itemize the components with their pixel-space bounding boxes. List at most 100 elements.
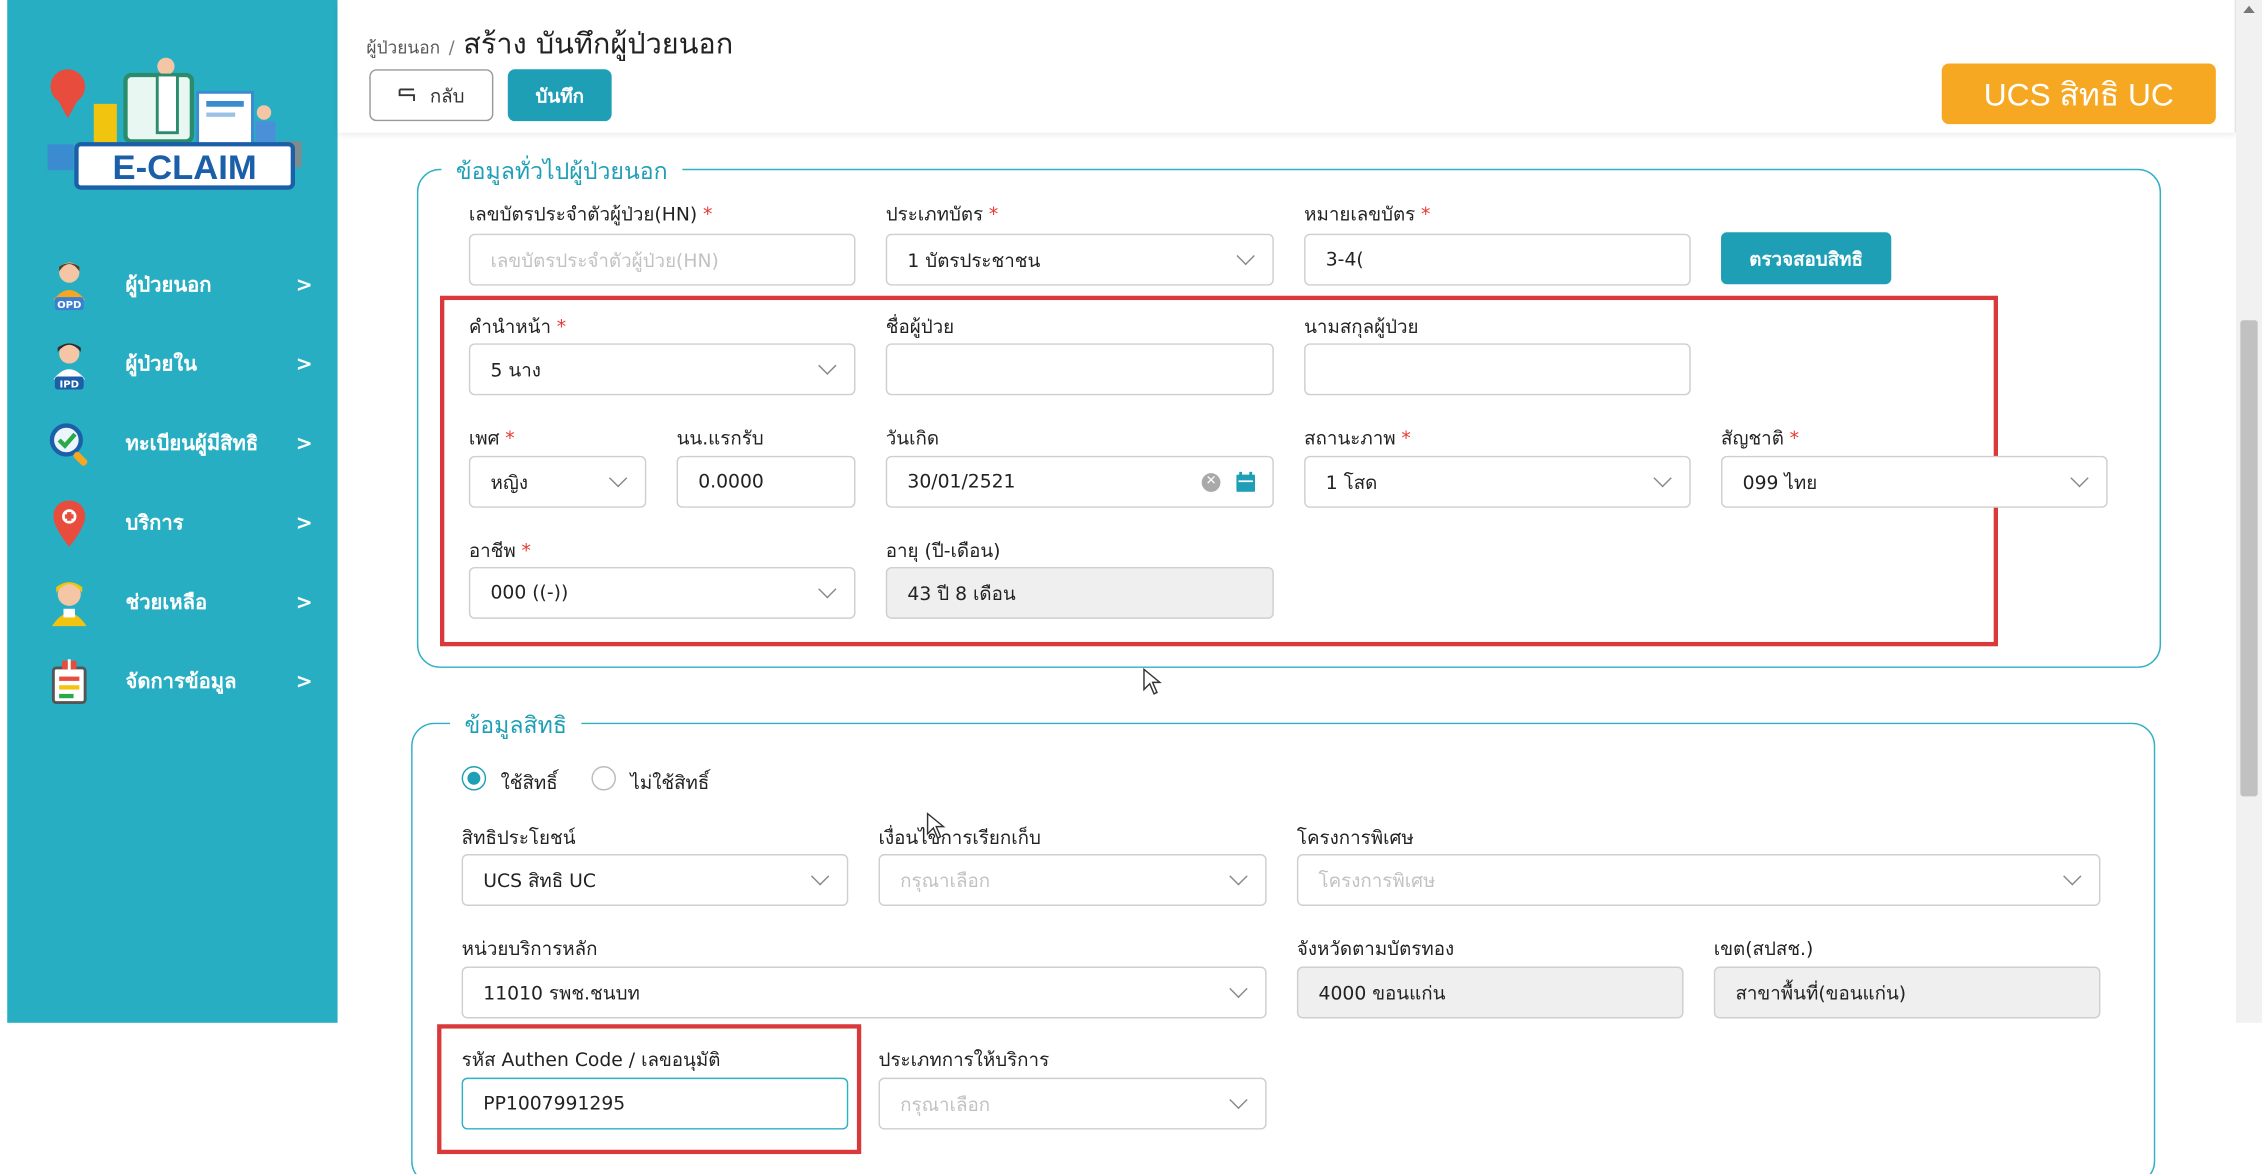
back-arrow-icon <box>398 88 415 101</box>
opd-patient-icon: OPD <box>48 260 91 311</box>
svg-text:E-CLAIM: E-CLAIM <box>113 149 257 187</box>
sidebar-item-label: บริการ <box>125 512 184 536</box>
sidebar-item-label: ผู้ป่วยนอก <box>125 274 212 298</box>
region-label: เขต(สปสช.) <box>1713 939 1814 961</box>
service-type-select[interactable]: กรุณาเลือก <box>878 1077 1267 1130</box>
chevron-down-icon <box>818 356 837 375</box>
clear-icon[interactable]: ✕ <box>1201 473 1221 492</box>
chevron-right-icon: > <box>295 274 313 298</box>
service-type-label: ประเภทการให้บริการ <box>878 1050 1050 1072</box>
breadcrumb: ผู้ป่วยนอก / สร้าง บันทึกผู้ป่วยนอก <box>366 20 733 66</box>
ipd-patient-icon: IPD <box>48 339 91 390</box>
card-type-label: ประเภทบัตร * <box>885 204 999 227</box>
chevron-down-icon <box>1229 979 1248 999</box>
dob-input[interactable]: 30/01/2521 ✕ <box>885 455 1274 508</box>
chevron-right-icon: > <box>295 512 313 536</box>
service-pin-icon <box>48 498 91 547</box>
page-scrollbar[interactable] <box>2236 0 2262 1023</box>
chevron-down-icon <box>1229 867 1248 886</box>
back-button-label: กลับ <box>429 85 465 108</box>
main-unit-label: หน่วยบริการหลัก <box>461 939 598 961</box>
rights-badge: UCS สิทธิ UC <box>1941 63 2216 125</box>
card-type-select[interactable]: 1 บัตรประชาชน <box>885 233 1274 286</box>
general-info-legend: ข้อมูลทั่วไปผู้ป่วยนอก <box>441 154 683 191</box>
main-unit-select[interactable]: 11010 รพช.ชนบท <box>461 966 1267 1019</box>
no-right-label[interactable]: ไม่ใช้สิทธิ์ <box>630 767 709 797</box>
registry-search-icon <box>48 418 91 467</box>
claim-condition-select[interactable]: กรุณาเลือก <box>878 854 1267 906</box>
benefit-label: สิทธิประโยชน์ <box>461 828 576 850</box>
hn-input[interactable]: เลขบัตรประจำตัวผู้ป่วย(HN) <box>468 233 856 286</box>
chevron-down-icon <box>608 469 628 488</box>
rights-info-legend: ข้อมูลสิทธิ <box>450 708 582 745</box>
card-number-label: หมายเลขบัตร * <box>1304 204 1431 227</box>
sidebar-item-label: ทะเบียนผู้มีสิทธิ <box>125 432 259 456</box>
use-right-radio[interactable] <box>461 766 487 791</box>
breadcrumb-separator: / <box>448 37 455 58</box>
sidebar: E-CLAIM OPD ผู้ป่วยนอก > IPD ผู้ป่วยใน > <box>7 0 338 1023</box>
back-button[interactable]: กลับ <box>369 69 494 122</box>
province-label: จังหวัดตามบัตรทอง <box>1296 939 1455 961</box>
dob-label: วันเกิด <box>885 428 940 451</box>
chevron-right-icon: > <box>295 353 313 377</box>
chevron-right-icon: > <box>295 670 313 694</box>
data-manage-icon <box>48 656 91 705</box>
special-project-select[interactable]: โครงการพิเศษ <box>1296 854 2101 906</box>
occupation-select[interactable]: 000 ((-)) <box>468 566 856 619</box>
occupation-label: อาชีพ * <box>468 540 531 563</box>
prefix-label: คำนำหน้า * <box>468 317 567 340</box>
check-rights-button[interactable]: ตรวจสอบสิทธิ <box>1721 232 1892 285</box>
use-right-label[interactable]: ใช้สิทธิ์ <box>501 767 558 797</box>
sidebar-item-label: ผู้ป่วยใน <box>125 353 198 377</box>
chevron-down-icon <box>2063 867 2082 886</box>
svg-text:OPD: OPD <box>57 300 81 311</box>
page-header: ผู้ป่วยนอก / สร้าง บันทึกผู้ป่วยนอก กลับ… <box>337 0 2237 133</box>
chevron-down-icon <box>1229 1090 1248 1110</box>
sidebar-item-data[interactable]: จัดการข้อมูล > <box>7 653 337 711</box>
authen-code-label: รหัส Authen Code / เลขอนุมัติ <box>461 1050 721 1072</box>
sidebar-item-opd[interactable]: OPD ผู้ป่วยนอก > <box>7 257 337 315</box>
breadcrumb-link-opd[interactable]: ผู้ป่วยนอก <box>366 35 440 62</box>
marital-status-label: สถานะภาพ * <box>1304 428 1411 451</box>
province-field: 4000 ขอนแก่น <box>1296 966 1684 1019</box>
claim-condition-label: เงื่อนไขการเรียกเก็บ <box>878 828 1041 850</box>
authen-code-input[interactable]: PP1007991295 <box>461 1077 849 1130</box>
sex-select[interactable]: หญิง <box>468 455 647 508</box>
age-label: อายุ (ปี-เดือน) <box>885 540 1001 563</box>
age-field: 43 ปี 8 เดือน <box>885 566 1274 619</box>
chevron-down-icon <box>818 580 837 599</box>
scroll-up-arrow-icon[interactable] <box>2243 5 2255 13</box>
e-claim-logo: E-CLAIM <box>36 55 325 199</box>
benefit-select[interactable]: UCS สิทธิ UC <box>461 854 849 906</box>
page-title: สร้าง บันทึกผู้ป่วยนอก <box>463 25 734 61</box>
sidebar-item-registry[interactable]: ทะเบียนผู้มีสิทธิ > <box>7 415 337 473</box>
region-field: สาขาพื้นที่(ขอนแก่น) <box>1713 966 2101 1019</box>
chevron-down-icon <box>810 867 830 886</box>
chevron-down-icon <box>2070 469 2089 488</box>
svg-text:IPD: IPD <box>59 379 79 390</box>
weight-input[interactable]: 0.0000 <box>676 455 856 508</box>
no-right-radio[interactable] <box>591 766 616 791</box>
chevron-right-icon: > <box>295 432 313 456</box>
save-button[interactable]: บันทึก <box>507 69 612 122</box>
chevron-right-icon: > <box>295 591 313 615</box>
nationality-select[interactable]: 099 ไทย <box>1721 455 2108 508</box>
sidebar-item-label: ช่วยเหลือ <box>125 591 208 615</box>
sidebar-item-help[interactable]: ช่วยเหลือ > <box>7 574 337 632</box>
prefix-select[interactable]: 5 นาง <box>468 343 856 396</box>
calendar-icon[interactable] <box>1236 471 1256 492</box>
first-name-input[interactable] <box>885 343 1274 396</box>
last-name-input[interactable] <box>1304 343 1691 396</box>
marital-status-select[interactable]: 1 โสด <box>1304 455 1691 508</box>
last-name-label: นามสกุลผู้ป่วย <box>1304 317 1419 340</box>
scroll-thumb[interactable] <box>2240 320 2258 797</box>
nationality-label: สัญชาติ * <box>1721 428 1800 451</box>
sex-label: เพศ * <box>468 428 515 451</box>
mouse-pointer-icon <box>926 812 946 840</box>
mouse-pointer-icon <box>1143 667 1162 695</box>
sidebar-item-ipd[interactable]: IPD ผู้ป่วยใน > <box>7 336 337 394</box>
hn-label: เลขบัตรประจำตัวผู้ป่วย(HN) * <box>468 204 713 227</box>
sidebar-item-label: จัดการข้อมูล <box>125 670 237 694</box>
sidebar-item-service[interactable]: บริการ > <box>7 495 337 553</box>
card-number-input[interactable]: 3-4( <box>1304 233 1691 286</box>
